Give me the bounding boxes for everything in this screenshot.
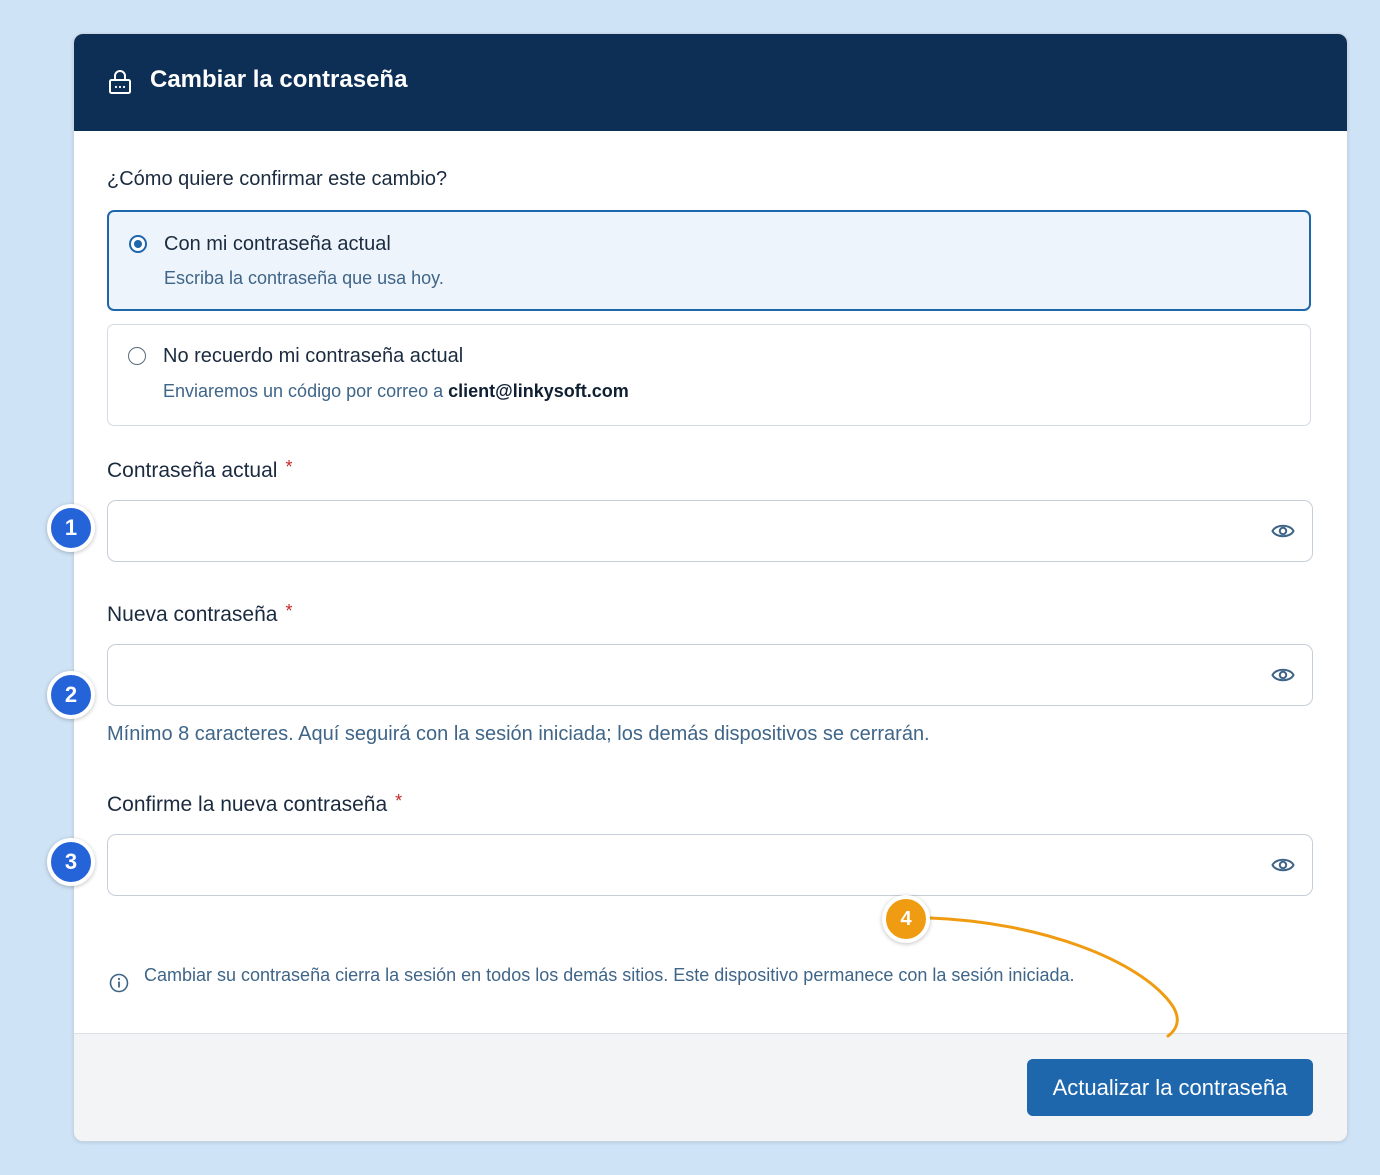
confirm-password-input[interactable]	[107, 834, 1313, 896]
new-password-input[interactable]	[107, 644, 1313, 706]
new-password-hint: Mínimo 8 caracteres. Aquí seguirá con la…	[107, 723, 930, 745]
email-address: client@linkysoft.com	[448, 381, 629, 401]
radio-forgot-password[interactable]	[128, 347, 146, 365]
option-current-password-title: Con mi contraseña actual	[164, 233, 391, 255]
step-badge-4: 4	[882, 895, 930, 943]
new-password-label-text: Nueva contraseña	[107, 603, 278, 626]
eye-icon[interactable]	[1271, 522, 1295, 540]
option-forgot-password[interactable]: No recuerdo mi contraseña actual Enviare…	[107, 324, 1311, 426]
card-footer: Actualizar la contraseña	[74, 1033, 1347, 1141]
lock-icon	[109, 70, 131, 94]
info-icon	[109, 973, 129, 993]
eye-icon[interactable]	[1271, 666, 1295, 684]
confirm-password-label: Confirme la nueva contraseña *	[107, 791, 403, 817]
confirm-password-label-text: Confirme la nueva contraseña	[107, 793, 388, 816]
confirm-method-question: ¿Cómo quiere confirmar este cambio?	[107, 168, 448, 190]
radio-current-password[interactable]	[129, 235, 147, 253]
option-forgot-password-title: No recuerdo mi contraseña actual	[163, 345, 464, 367]
card-header: Cambiar la contraseña	[74, 34, 1347, 131]
email-prefix: Enviaremos un código por correo a	[163, 381, 449, 401]
required-mark: *	[285, 601, 293, 621]
current-password-label-text: Contraseña actual	[107, 459, 278, 482]
option-forgot-password-description: Enviaremos un código por correo a client…	[163, 381, 629, 402]
current-password-input[interactable]	[107, 500, 1313, 562]
step-badge-3: 3	[47, 838, 95, 886]
page-title: Cambiar la contraseña	[150, 66, 408, 93]
option-current-password-description: Escriba la contraseña que usa hoy.	[164, 268, 444, 288]
update-password-button[interactable]: Actualizar la contraseña	[1027, 1059, 1313, 1116]
eye-icon[interactable]	[1271, 856, 1295, 874]
required-mark: *	[395, 791, 403, 811]
new-password-label: Nueva contraseña *	[107, 601, 293, 627]
step-badge-2: 2	[47, 671, 95, 719]
change-password-card: Cambiar la contraseña ¿Cómo quiere confi…	[73, 33, 1348, 1142]
current-password-label: Contraseña actual *	[107, 457, 293, 483]
step-badge-1: 1	[47, 504, 95, 552]
info-message: Cambiar su contraseña cierra la sesión e…	[144, 965, 1075, 985]
option-current-password[interactable]: Con mi contraseña actual Escriba la cont…	[107, 210, 1311, 311]
required-mark: *	[285, 457, 293, 477]
